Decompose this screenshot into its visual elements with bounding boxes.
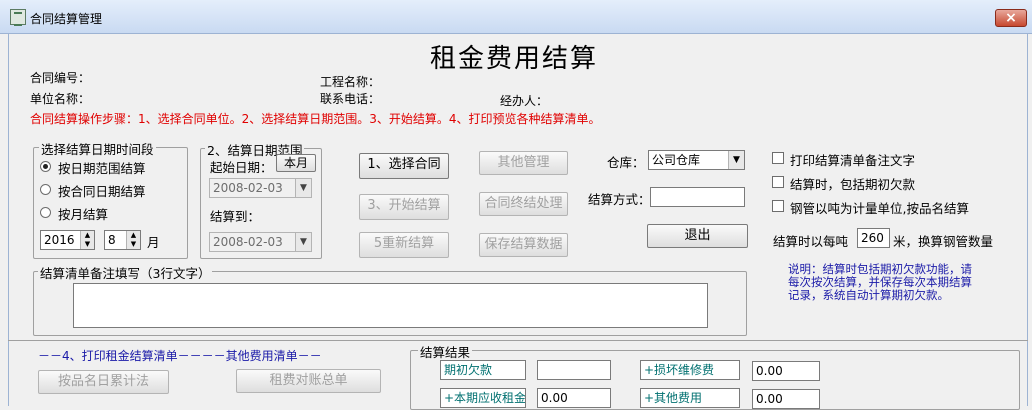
other-fee-field[interactable]: 0.00	[752, 389, 820, 409]
warehouse-value: 公司仓库	[652, 153, 701, 167]
close-button[interactable]: ×	[995, 9, 1027, 27]
warehouse-dropdown-icon[interactable]: ▼	[728, 151, 744, 169]
month-stepper[interactable]: 8 ▲ ▼	[104, 230, 141, 250]
print-header: －－4、打印租金结算清单－－－－其他费用清单－－	[38, 349, 322, 363]
include-initial-checkbox[interactable]	[772, 176, 784, 188]
year-value: 2016	[44, 233, 75, 247]
radio-by-date-range[interactable]	[40, 161, 51, 172]
month-spin-icon[interactable]: ▲ ▼	[126, 231, 140, 249]
select-contract-button[interactable]: 1、选择合同	[359, 153, 449, 179]
per-ton-prefix: 结算时以每吨	[773, 234, 849, 249]
rent-total-button[interactable]: 租费对账总单	[236, 369, 381, 393]
month-unit: 月	[147, 235, 160, 250]
radio-by-month[interactable]	[40, 207, 51, 218]
resettle-button[interactable]: 5重新结算	[359, 232, 449, 258]
project-name-label: 工程名称：	[320, 75, 381, 89]
this-month-button[interactable]: 本月	[276, 154, 316, 172]
method-field[interactable]	[650, 187, 745, 207]
explain-text: 说明：结算时包括期初欠款功能，请每次按次结算，并保存每次本期结算记录，系统自动计…	[788, 262, 972, 302]
radio-by-contract-date-label: 按合同日期结算	[58, 184, 146, 199]
month-value: 8	[108, 233, 116, 247]
by-product-day-button[interactable]: 按品名日累计法	[38, 370, 169, 394]
start-date-label: 起始日期：	[210, 160, 273, 175]
start-date-value: 2008-02-03	[213, 181, 283, 195]
print-note-label: 打印结算清单备注文字	[790, 153, 916, 168]
end-date-dropdown-icon[interactable]: ▼	[295, 233, 311, 251]
radio-by-contract-date[interactable]	[40, 184, 51, 195]
warehouse-select[interactable]: 公司仓库 ▼	[648, 150, 745, 170]
app-icon	[10, 9, 26, 26]
note-textarea[interactable]	[73, 283, 708, 328]
exit-button[interactable]: 退出	[647, 224, 748, 248]
window-title: 合同结算管理	[30, 12, 103, 26]
year-spin-icon[interactable]: ▲ ▼	[80, 231, 94, 249]
unit-name-label: 单位名称：	[30, 92, 91, 106]
steel-by-ton-checkbox[interactable]	[772, 200, 784, 212]
initial-debt-label: 期初欠款	[440, 360, 526, 380]
radio-by-month-label: 按月结算	[58, 207, 109, 222]
save-data-button[interactable]: 保存结算数据	[479, 233, 568, 257]
radio-by-date-range-label: 按日期范围结算	[58, 161, 146, 176]
current-rent-field[interactable]: 0.00	[537, 388, 611, 408]
page-title: 租金费用结算	[430, 44, 599, 74]
per-ton-input[interactable]: 260	[857, 228, 890, 248]
method-label: 结算方式：	[588, 192, 651, 207]
start-date-dropdown-icon[interactable]: ▼	[295, 179, 311, 197]
per-ton-suffix: 米，换算钢管数量	[893, 234, 994, 249]
phone-label: 联系电话：	[320, 92, 381, 106]
other-mgmt-button[interactable]: 其他管理	[479, 151, 568, 175]
steel-by-ton-label: 钢管以吨为计量单位,按品名结算	[790, 201, 969, 216]
print-note-checkbox[interactable]	[772, 152, 784, 164]
contract-close-button[interactable]: 合同终结处理	[479, 192, 568, 216]
include-initial-label: 结算时，包括期初欠款	[790, 177, 916, 192]
result-group-label: 结算结果	[418, 342, 473, 361]
other-fee-label: +其他费用	[640, 388, 740, 408]
period-group-label: 选择结算日期时间段	[39, 139, 156, 158]
warehouse-label: 仓库：	[607, 155, 645, 170]
note-group-label: 结算清单备注填写（3行文字）	[38, 263, 213, 282]
handler-label: 经办人：	[500, 94, 549, 108]
start-settle-button[interactable]: 3、开始结算	[359, 194, 449, 220]
title-bar	[0, 0, 1032, 34]
start-date-field[interactable]: 2008-02-03 ▼	[209, 178, 312, 198]
steps-text: 合同结算操作步骤：1、选择合同单位。2、选择结算日期范围。3、开始结算。4、打印…	[30, 112, 601, 126]
repair-fee-field[interactable]: 0.00	[752, 361, 820, 381]
contract-no-label: 合同编号：	[30, 71, 91, 85]
repair-fee-label: +损坏维修费	[640, 360, 740, 380]
year-stepper[interactable]: 2016 ▲ ▼	[40, 230, 95, 250]
divider	[8, 340, 1028, 341]
end-date-label: 结算到：	[210, 209, 261, 224]
end-date-field[interactable]: 2008-02-03 ▼	[209, 232, 312, 252]
end-date-value: 2008-02-03	[213, 235, 283, 249]
current-rent-label: +本期应收租金	[440, 388, 526, 408]
initial-debt-field[interactable]	[537, 360, 611, 380]
